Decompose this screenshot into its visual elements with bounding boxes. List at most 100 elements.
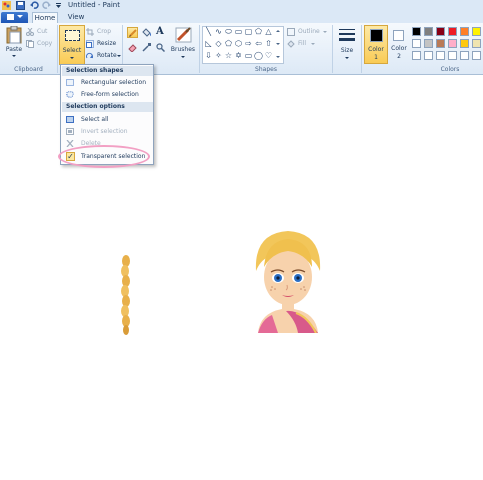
palette-swatch[interactable] bbox=[460, 51, 469, 60]
left-arrow-shape-icon[interactable]: ⇦ bbox=[254, 40, 263, 48]
menu-item-invert-selection[interactable]: Invert selection bbox=[62, 126, 153, 137]
palette-swatch[interactable] bbox=[448, 39, 457, 48]
title-bar: Untitled - Paint bbox=[0, 0, 483, 12]
resize-label: Resize bbox=[97, 40, 117, 47]
rounded-callout-shape-icon[interactable]: ▭ bbox=[244, 52, 253, 60]
oval-callout-shape-icon[interactable]: ◯ bbox=[254, 52, 263, 60]
resize-icon bbox=[86, 40, 94, 48]
text-tool[interactable]: A bbox=[155, 26, 166, 38]
customize-icon[interactable] bbox=[54, 1, 63, 10]
paste-button[interactable]: Paste bbox=[3, 25, 25, 63]
gallery-scroll-down-icon[interactable] bbox=[276, 43, 280, 45]
palette-swatch[interactable] bbox=[472, 51, 481, 60]
color2-swatch bbox=[393, 30, 404, 41]
shapes-gallery: ╲ ∿ ⬭ ▭ ▢ ⬠ △ ◺ ◇ ⬠ ⬡ ⇨ ⇦ ⇧ ⇩ ✧ ☆ ✡ ▭ ◯ … bbox=[202, 26, 284, 64]
rotate-icon bbox=[86, 52, 93, 59]
fill-tool[interactable] bbox=[141, 27, 152, 38]
oval-shape-icon[interactable]: ⬭ bbox=[224, 28, 233, 36]
select-button[interactable]: Select bbox=[59, 25, 85, 65]
highlight-annotation-ellipse bbox=[58, 145, 150, 168]
resize-button[interactable]: Resize bbox=[86, 39, 120, 49]
four-point-star-shape-icon[interactable]: ✧ bbox=[214, 52, 223, 60]
rectangle-shape-icon[interactable]: ▭ bbox=[234, 28, 243, 36]
heart-shape-icon[interactable]: ♡ bbox=[264, 52, 273, 60]
palette-swatch[interactable] bbox=[460, 27, 469, 36]
outline-label: Outline bbox=[298, 28, 320, 35]
outline-icon bbox=[287, 28, 295, 36]
color1-number: 1 bbox=[374, 54, 378, 61]
triangle-shape-icon[interactable]: △ bbox=[264, 28, 273, 36]
palette-swatch[interactable] bbox=[424, 51, 433, 60]
five-point-star-shape-icon[interactable]: ☆ bbox=[224, 52, 233, 60]
palette-swatch[interactable] bbox=[448, 51, 457, 60]
color-palette bbox=[410, 26, 483, 64]
palette-swatch[interactable] bbox=[412, 27, 421, 36]
brushes-label: Brushes bbox=[170, 46, 196, 53]
right-arrow-shape-icon[interactable]: ⇨ bbox=[244, 40, 253, 48]
color-picker-tool[interactable] bbox=[141, 42, 152, 53]
clipboard-group-label: Clipboard bbox=[14, 66, 43, 73]
palette-swatch[interactable] bbox=[460, 39, 469, 48]
eraser-tool[interactable] bbox=[127, 42, 138, 53]
color2-label: Color bbox=[391, 45, 407, 52]
delete-x-icon bbox=[66, 140, 74, 147]
magnifier-tool[interactable] bbox=[155, 42, 166, 53]
palette-swatch[interactable] bbox=[424, 27, 433, 36]
fill-button[interactable]: Fill bbox=[287, 39, 319, 49]
menu-item-freeform-selection[interactable]: Free-form selection bbox=[62, 89, 153, 100]
color1-button[interactable]: Color 1 bbox=[364, 25, 388, 64]
tab-view[interactable]: View bbox=[64, 12, 88, 23]
line-shape-icon[interactable]: ╲ bbox=[204, 28, 213, 36]
color1-swatch bbox=[370, 29, 383, 42]
brushes-button[interactable]: Brushes bbox=[170, 26, 196, 64]
palette-swatch[interactable] bbox=[472, 27, 481, 36]
select-label: Select bbox=[62, 47, 82, 54]
menu-item-select-all[interactable]: Select all bbox=[62, 114, 153, 125]
palette-swatch[interactable] bbox=[448, 27, 457, 36]
outline-button[interactable]: Outline bbox=[287, 27, 327, 37]
palette-swatch[interactable] bbox=[472, 39, 481, 48]
up-arrow-shape-icon[interactable]: ⇧ bbox=[264, 40, 273, 48]
size-line-medium bbox=[339, 33, 355, 35]
freeform-selection-label: Free-form selection bbox=[81, 91, 139, 98]
palette-swatch[interactable] bbox=[436, 51, 445, 60]
six-point-star-shape-icon[interactable]: ✡ bbox=[234, 52, 243, 60]
pentagon-shape-icon[interactable]: ⬠ bbox=[224, 40, 233, 48]
down-arrow-shape-icon[interactable]: ⇩ bbox=[204, 52, 213, 60]
divider bbox=[57, 25, 58, 73]
copy-button[interactable]: Copy bbox=[26, 39, 56, 49]
palette-swatch[interactable] bbox=[412, 39, 421, 48]
paint-app-icon[interactable] bbox=[2, 1, 11, 10]
pencil-tool[interactable] bbox=[127, 27, 138, 38]
save-icon[interactable] bbox=[16, 1, 25, 10]
palette-swatch[interactable] bbox=[436, 27, 445, 36]
polygon-shape-icon[interactable]: ⬠ bbox=[254, 28, 263, 36]
paint-menu-button[interactable] bbox=[1, 12, 28, 23]
selection-rectangle-icon bbox=[65, 30, 80, 41]
fill-icon bbox=[287, 40, 295, 48]
tab-home[interactable]: Home bbox=[32, 12, 58, 23]
hexagon-shape-icon[interactable]: ⬡ bbox=[234, 40, 243, 48]
doll-character-image bbox=[255, 231, 321, 333]
rectangular-selection-label: Rectangular selection bbox=[81, 79, 147, 86]
gallery-scroll-up-icon[interactable] bbox=[276, 30, 280, 32]
eraser-icon bbox=[128, 44, 137, 52]
palette-swatch[interactable] bbox=[424, 39, 433, 48]
palette-swatch[interactable] bbox=[412, 51, 421, 60]
size-button[interactable]: Size bbox=[335, 26, 359, 64]
palette-swatch[interactable] bbox=[436, 39, 445, 48]
menu-item-rectangular-selection[interactable]: Rectangular selection bbox=[62, 77, 153, 88]
rotate-button[interactable]: Rotate bbox=[86, 51, 122, 61]
gallery-expand-icon[interactable] bbox=[276, 56, 280, 58]
right-triangle-shape-icon[interactable]: ◺ bbox=[204, 40, 213, 48]
undo-icon[interactable] bbox=[30, 1, 39, 10]
cut-button[interactable]: Cut bbox=[26, 27, 56, 37]
redo-icon[interactable] bbox=[42, 1, 51, 10]
rounded-rectangle-shape-icon[interactable]: ▢ bbox=[244, 28, 253, 36]
copy-label: Copy bbox=[37, 40, 53, 47]
curve-shape-icon[interactable]: ∿ bbox=[214, 28, 223, 36]
color2-button[interactable]: Color 2 bbox=[389, 25, 409, 64]
diamond-shape-icon[interactable]: ◇ bbox=[214, 40, 223, 48]
crop-button[interactable]: Crop bbox=[86, 27, 118, 37]
crop-icon bbox=[86, 28, 94, 36]
